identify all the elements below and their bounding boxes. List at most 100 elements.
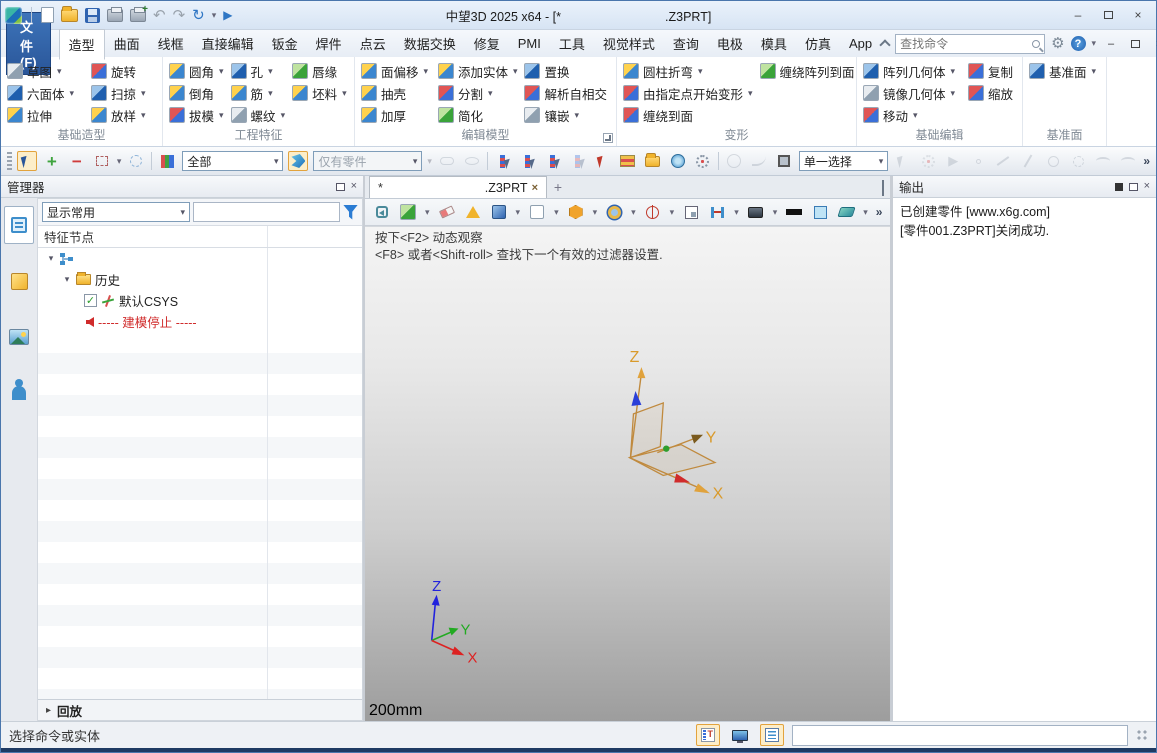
ribbon-button-shell[interactable]: 抽壳 (359, 82, 436, 104)
tab-app[interactable]: App (840, 31, 881, 56)
tab-pmi[interactable]: PMI (509, 31, 550, 56)
output-float-button[interactable] (1129, 183, 1138, 191)
background-color-icon[interactable] (785, 203, 803, 221)
tab-wireframe[interactable]: 线框 (149, 29, 193, 58)
ribbon-button-resolve-self-intersection[interactable]: 解析自相交 (522, 82, 612, 104)
ribbon-button-extrude[interactable]: 拉伸 (5, 104, 89, 126)
ribbon-button-divide[interactable]: 分割▾ (436, 82, 523, 104)
pick-all-visible-icon[interactable] (668, 151, 688, 171)
marquee-select-icon[interactable] (92, 151, 112, 171)
filter-color-icon[interactable] (157, 151, 177, 171)
tab-mold[interactable]: 模具 (752, 29, 796, 58)
layer-manager-icon[interactable] (399, 203, 417, 221)
erase-icon[interactable] (438, 203, 456, 221)
ribbon-button-lip[interactable]: 唇缘 (290, 60, 352, 82)
input-panel-toggle[interactable] (696, 724, 720, 746)
measure-dropdown-icon[interactable]: ▾ (734, 207, 739, 218)
pick-tool-icon[interactable] (17, 151, 37, 171)
replay-bar[interactable]: ▸ 回放 (38, 699, 362, 720)
dropdown-icon[interactable]: ▾ (698, 66, 703, 77)
measure-icon[interactable] (708, 203, 726, 221)
manager-float-button[interactable] (336, 183, 345, 191)
manager-tab-part[interactable] (4, 262, 34, 300)
document-tab[interactable]: * .Z3PRT × (369, 176, 547, 198)
dropdown-icon[interactable]: ▾ (575, 110, 580, 121)
spline-tool-icon[interactable] (1093, 151, 1113, 171)
section-view-icon[interactable] (605, 203, 623, 221)
tree-column-header[interactable]: 特征节点 (38, 226, 362, 248)
chain-select-icon[interactable] (437, 151, 457, 171)
tab-visual-style[interactable]: 视觉样式 (594, 29, 664, 58)
tab-shape[interactable]: 造型 (59, 29, 105, 60)
new-tab-button[interactable]: + (547, 176, 569, 198)
output-pin-button[interactable] (1115, 183, 1123, 191)
close-button[interactable]: × (1124, 5, 1152, 25)
render-mode-icon[interactable] (567, 203, 585, 221)
dropdown-icon[interactable]: ▾ (268, 88, 273, 99)
tab-data-exchange[interactable]: 数据交换 (395, 29, 465, 58)
redo-icon[interactable]: ↷ (173, 6, 186, 24)
dialog-launcher-icon[interactable] (603, 133, 613, 143)
display-settings-icon[interactable] (747, 203, 765, 221)
line-tool-2-icon[interactable] (1018, 151, 1038, 171)
ribbon-button-thicken[interactable]: 加厚 (359, 104, 436, 126)
render-mode-dropdown-icon[interactable]: ▾ (593, 207, 598, 218)
tab-surface[interactable]: 曲面 (105, 29, 149, 58)
ribbon-button-move[interactable]: 移动▾ (861, 104, 966, 126)
pick-mode-select[interactable]: 单一选择▾ (799, 151, 888, 171)
section-dropdown-icon[interactable]: ▾ (631, 207, 636, 218)
collapse-ribbon-icon[interactable] (879, 39, 890, 50)
ribbon-button-draft[interactable]: 拔模▾ (167, 104, 229, 126)
target-point-icon[interactable] (644, 203, 662, 221)
dropdown-icon[interactable]: ▾ (219, 66, 224, 77)
dropdown-icon[interactable]: ▾ (1092, 66, 1097, 77)
ribbon-button-wrap-pattern-to-face[interactable]: 缠绕阵列到面 (758, 60, 860, 82)
dropdown-icon[interactable]: ▾ (488, 88, 493, 99)
ribbon-button-pattern-geometry[interactable]: 阵列几何体▾ (861, 60, 966, 82)
pick-last-icon[interactable] (593, 151, 613, 171)
pick-filter-2-icon[interactable] (518, 151, 538, 171)
help-icon[interactable]: ? (1071, 36, 1086, 51)
manager-tab-role[interactable] (4, 374, 34, 412)
csys-checkbox[interactable]: ✓ (84, 294, 97, 307)
orient-compass-icon[interactable] (724, 151, 744, 171)
line-tool-icon[interactable] (993, 151, 1013, 171)
dropdown-icon[interactable]: ▾ (424, 66, 429, 77)
new-file-icon[interactable] (41, 7, 54, 23)
ribbon-button-deform-from-point[interactable]: 由指定点开始变形▾ (621, 82, 758, 104)
tree-search-input[interactable] (193, 202, 340, 222)
tree-root-node[interactable]: ▾ (38, 248, 362, 269)
ribbon-button-cylindrical-bend[interactable]: 圆柱折弯▾ (621, 60, 758, 82)
toolbar-grip[interactable] (7, 152, 12, 170)
manager-close-button[interactable]: × (351, 181, 357, 192)
qat-dropdown-icon[interactable]: ▾ (212, 10, 217, 21)
undo-icon[interactable]: ↶ (153, 6, 166, 24)
ribbon-button-fillet[interactable]: 圆角▾ (167, 60, 229, 82)
display-monitor-toggle[interactable] (728, 724, 752, 746)
tab-inquire[interactable]: 查询 (664, 29, 708, 58)
tab-repair[interactable]: 修复 (465, 29, 509, 58)
pick-filter-1-icon[interactable] (493, 151, 513, 171)
ribbon-button-inlay[interactable]: 镶嵌▾ (522, 104, 612, 126)
ribbon-button-scale[interactable]: 缩放 (966, 82, 1018, 104)
zoom-window-icon[interactable] (682, 203, 700, 221)
display-filter-select[interactable]: 显示常用▾ (42, 202, 190, 222)
ribbon-button-add-shape[interactable]: 添加实体▾ (436, 60, 523, 82)
tab-tools[interactable]: 工具 (550, 29, 594, 58)
replay-expand-icon[interactable]: ▸ (46, 705, 51, 716)
dropdown-icon[interactable]: ▾ (951, 66, 956, 77)
ribbon-button-rib[interactable]: 筋▾ (229, 82, 291, 104)
save-icon[interactable] (85, 8, 100, 23)
ribbon-button-wrap-to-face[interactable]: 缠绕到面 (621, 104, 758, 126)
viewport-toolbar-overflow-icon[interactable]: » (876, 205, 883, 219)
dropdown-icon[interactable]: ▾ (141, 110, 146, 121)
ribbon-button-mirror-geometry[interactable]: 镜像几何体▾ (861, 82, 966, 104)
expand-icon[interactable]: ▾ (46, 253, 56, 264)
settings-gear-icon[interactable]: ⚙ (1051, 36, 1064, 51)
target-dropdown-icon[interactable]: ▾ (670, 207, 675, 218)
print-icon[interactable] (107, 9, 123, 22)
marquee-dropdown-icon[interactable]: ▾ (117, 156, 122, 167)
tab-electrode[interactable]: 电极 (708, 29, 752, 58)
curve-tool-icon[interactable] (749, 151, 769, 171)
resize-grip[interactable] (1136, 729, 1148, 741)
